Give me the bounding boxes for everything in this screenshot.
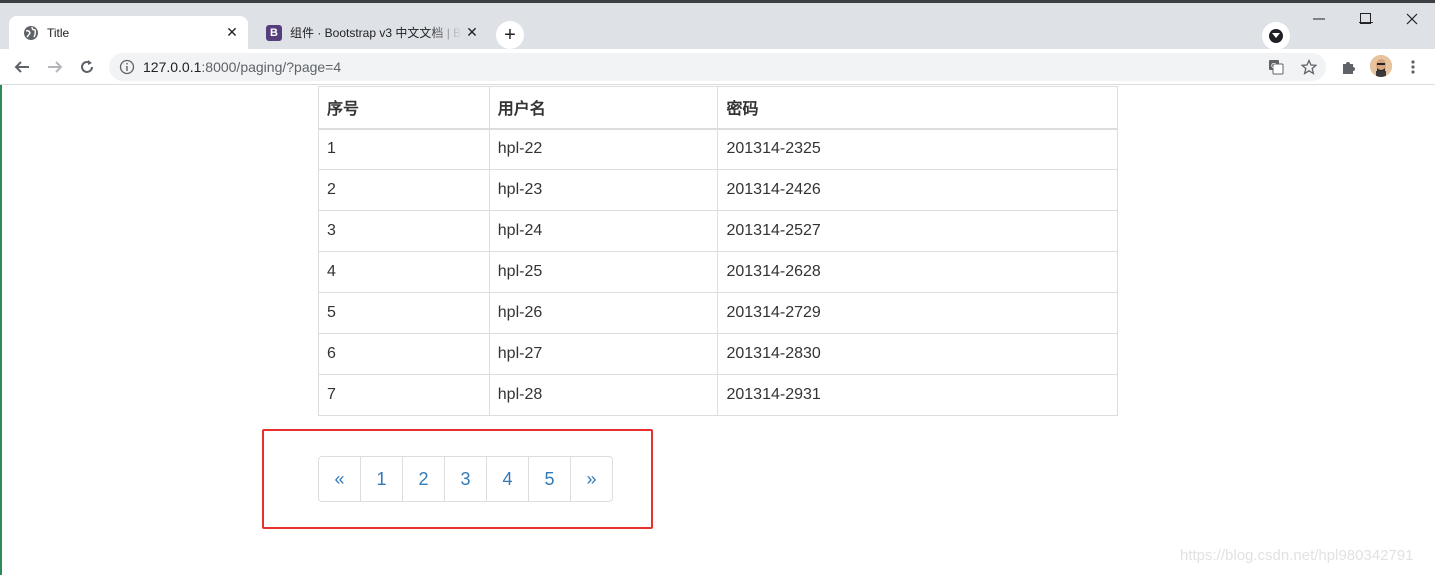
cell-index: 6 [318, 333, 490, 375]
pagination: « 1 2 3 4 5 » [318, 456, 613, 502]
cell-password: 201314-2830 [717, 333, 1118, 375]
extensions-puzzle-icon[interactable] [1338, 56, 1360, 78]
browser-toolbar: 127.0.0.1:8000/paging/?page=4 G [0, 49, 1435, 85]
cell-index: 7 [318, 374, 490, 416]
translate-icon[interactable]: G [1267, 58, 1285, 76]
cell-password: 201314-2325 [717, 128, 1118, 170]
new-tab-button[interactable]: + [496, 21, 524, 49]
cell-index: 4 [318, 251, 490, 293]
table-row: 4 hpl-25 201314-2628 [318, 251, 1118, 293]
user-table: 序号 用户名 密码 1 hpl-22 201314-2325 2 hpl-23 2013… [318, 86, 1118, 416]
pagination-next-button[interactable]: » [570, 456, 613, 502]
globe-icon [23, 25, 39, 41]
cell-index: 5 [318, 292, 490, 334]
close-tab-icon[interactable]: ✕ [462, 23, 482, 43]
reload-icon [81, 60, 93, 73]
bootstrap-icon: B [266, 24, 282, 41]
cell-password: 201314-2527 [717, 210, 1118, 252]
url-text: 127.0.0.1:8000/paging/?page=4 [143, 59, 342, 75]
cell-username: hpl-26 [488, 292, 719, 334]
table-row: 5 hpl-26 201314-2729 [318, 292, 1118, 334]
cell-username: hpl-25 [488, 251, 719, 293]
arrow-right-icon [48, 61, 63, 73]
bookmark-star-icon[interactable] [1300, 58, 1318, 76]
close-tab-icon[interactable]: ✕ [222, 23, 242, 43]
close-window-button[interactable] [1389, 4, 1435, 34]
profile-avatar[interactable] [1370, 55, 1392, 77]
media-control-button[interactable] [1262, 22, 1290, 50]
cell-index: 3 [318, 210, 490, 252]
tab-bar: Title ✕ B 组件 · Bootstrap v3 中文文档 | B ✕ +… [0, 3, 1435, 50]
cell-index: 1 [318, 128, 490, 170]
pagination-page-5[interactable]: 5 [528, 456, 571, 502]
cell-username: hpl-22 [488, 128, 719, 170]
column-header-password: 密码 [717, 86, 1118, 130]
table-row: 1 hpl-22 201314-2325 [318, 128, 1118, 170]
cell-password: 201314-2628 [717, 251, 1118, 293]
table-row: 2 hpl-23 201314-2426 [318, 169, 1118, 211]
maximize-window-button[interactable] [1343, 4, 1389, 34]
svg-text:G: G [1271, 62, 1276, 70]
forward-button[interactable] [41, 53, 69, 81]
cell-username: hpl-23 [488, 169, 719, 211]
window-edge [0, 85, 2, 575]
cell-username: hpl-24 [488, 210, 719, 252]
table-row: 6 hpl-27 201314-2830 [318, 333, 1118, 375]
pagination-prev-button[interactable]: « [318, 456, 361, 502]
cell-password: 201314-2426 [717, 169, 1118, 211]
csdn-watermark: https://blog.csdn.net/hpl980342791 [1180, 547, 1414, 564]
cell-username: hpl-28 [488, 374, 719, 416]
address-bar[interactable]: 127.0.0.1:8000/paging/?page=4 G [109, 53, 1326, 81]
table-header-row: 序号 用户名 密码 [318, 86, 1118, 130]
pagination-page-1[interactable]: 1 [360, 456, 403, 502]
tab-label: 组件 · Bootstrap v3 中文文档 | B [290, 26, 462, 40]
pagination-page-4[interactable]: 4 [486, 456, 529, 502]
cell-password: 201314-2931 [717, 374, 1118, 416]
chevron-down-icon [1269, 29, 1283, 43]
more-menu-icon[interactable] [1402, 56, 1424, 78]
column-header-username: 用户名 [488, 86, 719, 130]
arrow-left-icon [14, 61, 29, 73]
table-row: 3 hpl-24 201314-2527 [318, 210, 1118, 252]
table-row: 7 hpl-28 201314-2931 [318, 374, 1118, 416]
back-button[interactable] [8, 53, 36, 81]
tab-label: Title [47, 25, 70, 40]
pagination-page-3[interactable]: 3 [444, 456, 487, 502]
pagination-page-2[interactable]: 2 [402, 456, 445, 502]
tab-bootstrap-docs[interactable]: B 组件 · Bootstrap v3 中文文档 | B ✕ [252, 16, 488, 49]
column-header-index: 序号 [318, 86, 490, 130]
tab-title[interactable]: Title ✕ [9, 16, 248, 49]
cell-password: 201314-2729 [717, 292, 1118, 334]
reload-button[interactable] [73, 53, 101, 81]
cell-index: 2 [318, 169, 490, 211]
info-icon[interactable] [119, 59, 135, 75]
minimize-window-button[interactable] [1296, 4, 1342, 34]
cell-username: hpl-27 [488, 333, 719, 375]
